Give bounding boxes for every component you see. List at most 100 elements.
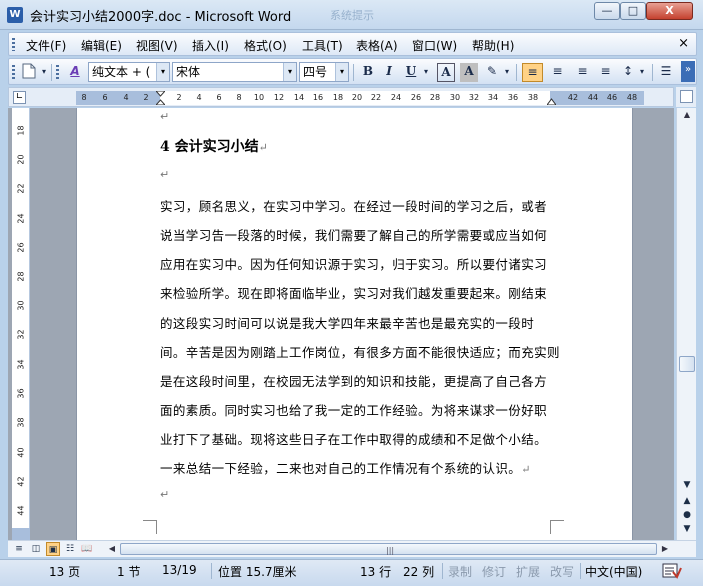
paragraph-line[interactable]: 应用在实习中。因为任何知识源于实习，归于实习。所以要付诸实习: [160, 254, 552, 273]
paragraph-line[interactable]: 说当学习告一段落的时候，我们需要了解自己的所学需要或应当如何: [160, 225, 552, 244]
styles-formatting-icon[interactable]: A: [65, 63, 85, 82]
center-button[interactable]: ≡: [547, 63, 568, 82]
paragraph-mark: ↵: [258, 141, 268, 154]
scroll-right-icon[interactable]: ▶: [659, 542, 671, 556]
character-shading-button[interactable]: A: [460, 63, 478, 82]
ruler-tick: 38: [527, 93, 539, 102]
paragraph-line[interactable]: 间。辛苦是因为刚踏上工作岗位，有很多方面不能很快适应；而充实则: [160, 342, 560, 361]
highlight-icon[interactable]: ✎: [483, 63, 501, 82]
overtype-indicator[interactable]: 改写: [550, 563, 574, 580]
word-app-icon[interactable]: W: [7, 7, 23, 23]
document-heading[interactable]: 4 会计实习小结↵: [160, 136, 268, 156]
ruler-tick: 42: [567, 93, 579, 102]
scroll-down-icon[interactable]: ▼: [680, 480, 694, 492]
ruler-tick: 18: [332, 93, 344, 102]
outline-view-icon[interactable]: ☷: [63, 542, 77, 556]
previous-page-icon[interactable]: ▲: [680, 496, 694, 508]
toolbar-options-button[interactable]: »: [681, 61, 695, 82]
menu-format[interactable]: 格式(O): [244, 37, 287, 54]
numbering-list-icon[interactable]: ☰: [657, 63, 675, 82]
font-size-combo[interactable]: 四号 ▾: [299, 62, 349, 82]
menu-file[interactable]: 文件(F): [26, 37, 66, 54]
view-ruler-toggle[interactable]: [680, 90, 693, 103]
status-column: 22 列: [403, 565, 435, 579]
scroll-up-icon[interactable]: ▲: [680, 110, 694, 122]
menu-window[interactable]: 窗口(W): [412, 37, 457, 54]
vruler-tick: 32: [16, 329, 26, 340]
align-right-button[interactable]: ≡: [572, 63, 593, 82]
toolbar-grip-handle[interactable]: [12, 65, 15, 80]
document-page[interactable]: ↵ 4 会计实习小结↵ ↵ 实习，顾名思义，在实习中学习。在经过一段时间的学习之…: [76, 108, 633, 540]
tab-selector-button[interactable]: ∟: [13, 91, 26, 104]
line-spacing-dropdown-icon[interactable]: ▾: [637, 63, 647, 82]
reading-layout-view-icon[interactable]: 📖: [80, 542, 94, 556]
new-document-icon[interactable]: [20, 63, 38, 82]
paragraph-line[interactable]: 是在这段时间里，在校园无法学到的知识和技能，更提高了自己各方: [160, 371, 552, 390]
menu-help[interactable]: 帮助(H): [472, 37, 514, 54]
paragraph-line[interactable]: 面的素质。同时实习也给了我一定的工作经验。为将来谋求一份好职: [160, 400, 552, 419]
justify-button[interactable]: ≡: [595, 63, 616, 82]
menu-tools[interactable]: 工具(T): [302, 37, 343, 54]
status-page: 13 页: [49, 565, 81, 579]
toolbar-separator: [353, 64, 354, 81]
new-dropdown-icon[interactable]: ▾: [39, 63, 49, 82]
vruler-tick: 38: [16, 417, 26, 428]
background-window-title: 系统提示: [330, 9, 374, 22]
close-window-button[interactable]: X: [646, 2, 693, 20]
record-macro-indicator[interactable]: 录制: [448, 563, 472, 580]
print-layout-view-icon[interactable]: ▣: [46, 542, 60, 556]
horizontal-ruler[interactable]: 8 6 4 2 2 4 6 8 10 12 14 16 18 20 22 24 …: [76, 90, 644, 106]
web-layout-view-icon[interactable]: ◫: [29, 542, 43, 556]
vertical-scroll-thumb[interactable]: [679, 356, 695, 372]
underline-dropdown-icon[interactable]: ▾: [421, 63, 431, 82]
align-left-button[interactable]: ≡: [522, 63, 543, 82]
ruler-tick: 14: [293, 93, 305, 102]
line-spacing-icon[interactable]: ↕: [619, 63, 637, 82]
first-line-indent-marker[interactable]: [154, 90, 167, 106]
paragraph-line[interactable]: 业打下了基础。现将这些日子在工作中取得的成绩和不足做个小结。: [160, 429, 552, 448]
document-area[interactable]: 18 20 22 24 26 28 30 32 34 36 38 40 42 4…: [8, 108, 674, 540]
status-line: 13 行: [360, 565, 392, 579]
italic-button[interactable]: I: [380, 63, 398, 82]
select-browse-object-icon[interactable]: ●: [680, 510, 694, 522]
normal-view-icon[interactable]: ≡: [12, 542, 26, 556]
menu-edit[interactable]: 编辑(E): [81, 37, 122, 54]
spelling-check-icon[interactable]: [662, 562, 682, 583]
vertical-scrollbar[interactable]: ▲ ▼ ▲ ● ▼: [676, 108, 696, 540]
close-document-icon[interactable]: ×: [678, 36, 689, 51]
next-page-icon[interactable]: ▼: [680, 524, 694, 536]
paragraph-line[interactable]: 来检验所学。现在即将面临毕业，实习对我们越发重要起来。刚结束: [160, 283, 552, 302]
font-combo[interactable]: 宋体 ▾: [172, 62, 297, 82]
menu-table[interactable]: 表格(A): [356, 37, 398, 54]
bold-button[interactable]: B: [359, 63, 377, 82]
scroll-left-icon[interactable]: ◀: [106, 542, 118, 556]
minimize-button[interactable]: —: [594, 2, 620, 20]
extend-selection-indicator[interactable]: 扩展: [516, 563, 540, 580]
underline-button[interactable]: U: [402, 63, 420, 82]
right-indent-marker[interactable]: [546, 91, 557, 106]
menu-view[interactable]: 视图(V): [136, 37, 178, 54]
character-border-button[interactable]: A: [437, 63, 455, 82]
font-size-dropdown-icon[interactable]: ▾: [335, 63, 348, 81]
status-separator: [580, 563, 581, 579]
window-title: 会计实习小结2000字.doc - Microsoft Word: [30, 10, 292, 25]
paragraph-line[interactable]: 的这段实习时间可以说是我大学四年来最辛苦也是最充实的一段时: [160, 313, 552, 332]
status-language[interactable]: 中文(中国): [585, 563, 642, 580]
paragraph-line[interactable]: 实习，顾名思义，在实习中学习。在经过一段时间的学习之后，或者: [160, 196, 552, 215]
menu-insert[interactable]: 插入(I): [192, 37, 229, 54]
toolbar-grip-handle[interactable]: [56, 65, 59, 80]
horizontal-scroll-thumb[interactable]: |||: [120, 543, 657, 555]
vertical-ruler[interactable]: 18 20 22 24 26 28 30 32 34 36 38 40 42 4…: [12, 108, 30, 540]
paragraph-line-last[interactable]: 一来总结一下经验，二来也对自己的工作情况有个系统的认识。↵: [160, 458, 552, 477]
horizontal-scrollbar[interactable]: ◀ ||| ▶: [106, 542, 671, 556]
style-combo[interactable]: 纯文本 + ( ▾: [88, 62, 170, 82]
font-dropdown-icon[interactable]: ▾: [283, 63, 296, 81]
highlight-dropdown-icon[interactable]: ▾: [502, 63, 512, 82]
paragraph-mark: ↵: [160, 488, 170, 501]
vruler-tick: 22: [16, 183, 26, 194]
menu-grip-handle[interactable]: [12, 38, 15, 51]
track-changes-indicator[interactable]: 修订: [482, 563, 506, 580]
font-value: 宋体: [176, 65, 201, 79]
maximize-button[interactable]: □: [620, 2, 646, 20]
style-dropdown-icon[interactable]: ▾: [156, 63, 169, 81]
